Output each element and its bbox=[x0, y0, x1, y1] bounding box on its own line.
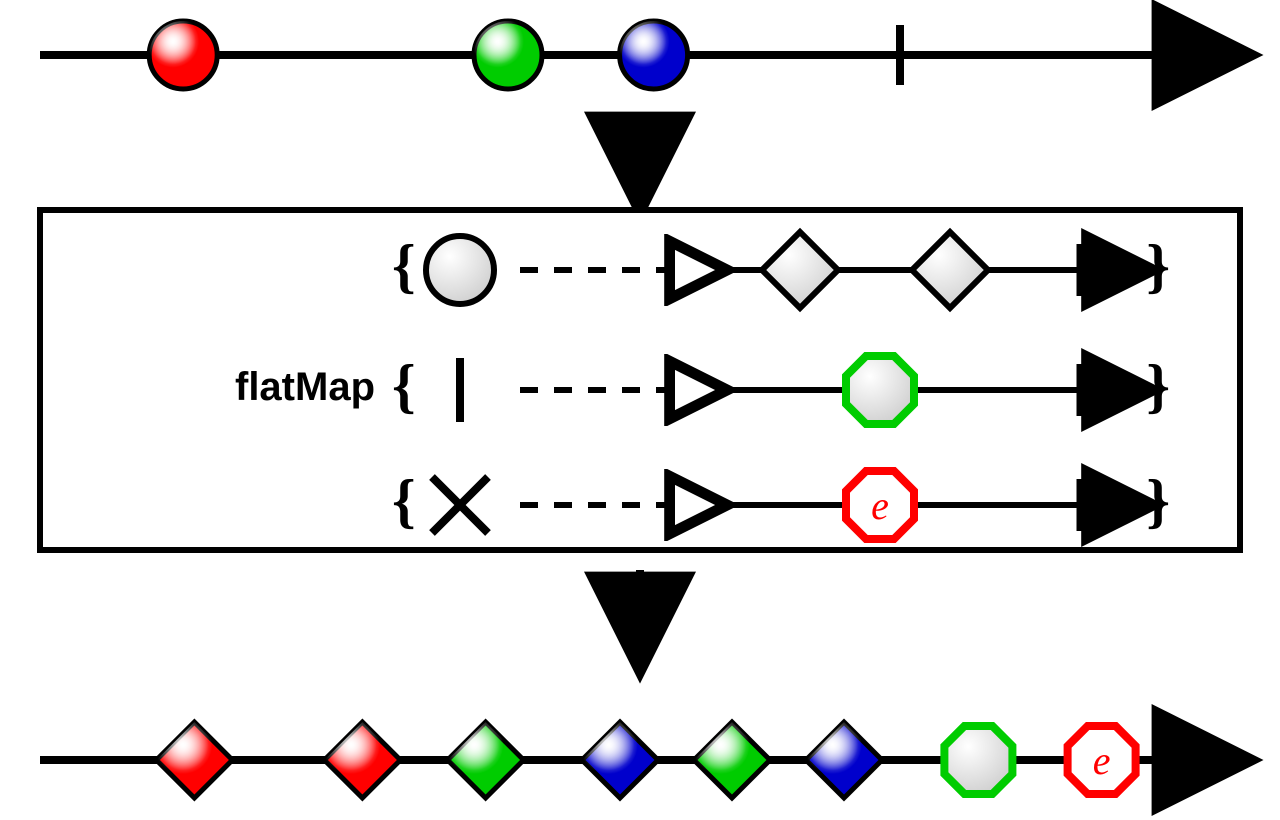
output-timeline: e bbox=[40, 722, 1230, 798]
output-marble bbox=[582, 722, 658, 798]
operator-box: flatMap {} {} {} e bbox=[40, 210, 1240, 550]
marble-diagram: flatMap {} {} {} e e bbox=[0, 0, 1280, 820]
svg-text:}: } bbox=[1146, 468, 1170, 534]
input-marble bbox=[149, 21, 217, 89]
operator-label: flatMap bbox=[235, 365, 375, 409]
output-marble bbox=[944, 726, 1012, 794]
input-timeline bbox=[40, 21, 1230, 89]
output-marble bbox=[806, 722, 882, 798]
input-marble bbox=[474, 21, 542, 89]
svg-text:{: { bbox=[392, 468, 416, 534]
output-marble bbox=[324, 722, 400, 798]
output-marble bbox=[694, 722, 770, 798]
error-label: e bbox=[871, 483, 889, 528]
svg-text:{: { bbox=[392, 353, 416, 419]
svg-text:}: } bbox=[1146, 353, 1170, 419]
on-next-glyph bbox=[426, 236, 494, 304]
output-marble bbox=[156, 722, 232, 798]
output-marble bbox=[448, 722, 524, 798]
svg-text:}: } bbox=[1146, 233, 1170, 299]
output-terminal: e bbox=[1068, 726, 1136, 794]
output-error-label: e bbox=[1093, 738, 1111, 783]
svg-text:{: { bbox=[392, 233, 416, 299]
input-marble bbox=[620, 21, 688, 89]
emit-octagon bbox=[846, 356, 914, 424]
